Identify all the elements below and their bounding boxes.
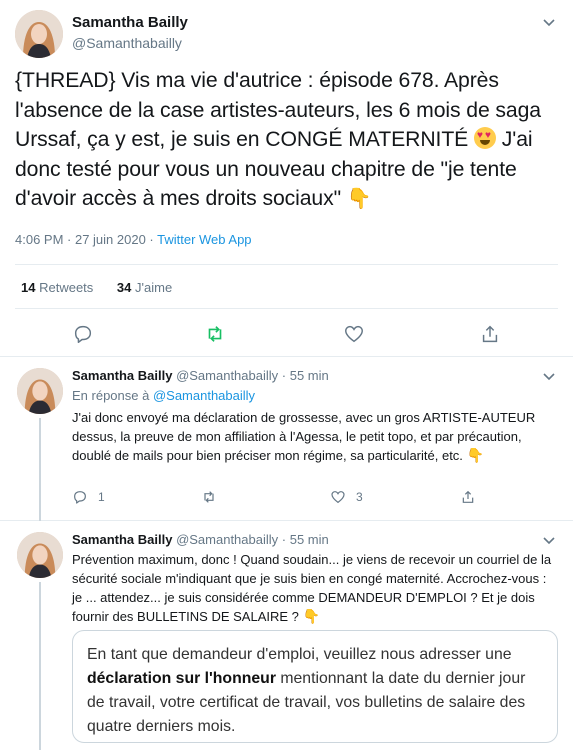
quote-bold-text: déclaration sur l'honneur [87, 670, 276, 687]
reply-icon[interactable] [72, 323, 94, 345]
reply-tweet[interactable]: Samantha Bailly @Samanthabailly · 55 min… [0, 522, 573, 750]
avatar[interactable] [15, 10, 63, 58]
retweet-icon[interactable] [204, 323, 226, 345]
chevron-down-icon[interactable] [541, 368, 557, 384]
timestamp-text[interactable]: 4:06 PM · 27 juin 2020 · [15, 232, 157, 247]
quoted-image-text[interactable]: En tant que demandeur d'emploi, veuillez… [72, 630, 558, 743]
like-action[interactable]: 3 [330, 488, 363, 506]
heart-icon[interactable] [343, 323, 365, 345]
tweet-stats: 14 Retweets 34 J'aime [21, 280, 172, 295]
author-name[interactable]: Samantha Bailly [72, 14, 188, 31]
reply-time[interactable]: · 55 min [282, 532, 329, 547]
likes-stat[interactable]: 34 J'aime [117, 280, 172, 295]
reply-header: Samantha Bailly @Samanthabailly · 55 min [72, 368, 329, 383]
pointing-down-emoji-icon: 👇 [302, 608, 320, 624]
retweets-stat[interactable]: 14 Retweets [21, 280, 93, 295]
reply-time[interactable]: · 55 min [282, 368, 329, 383]
tweet-text-part1: {THREAD} Vis ma vie d'autrice : épisode … [15, 69, 541, 151]
author-name[interactable]: Samantha Bailly [72, 368, 172, 383]
like-count: 3 [356, 490, 363, 504]
thread-line [39, 418, 41, 521]
chevron-down-icon[interactable] [541, 532, 557, 548]
author-handle[interactable]: @Samanthabailly [176, 368, 278, 383]
share-icon[interactable] [479, 323, 501, 345]
share-action[interactable] [460, 488, 476, 506]
reply-text: Prévention maximum, donc ! Quand soudain… [72, 552, 552, 624]
retweet-action[interactable] [201, 488, 217, 506]
avatar[interactable] [17, 532, 63, 578]
author-handle[interactable]: @Samanthabailly [176, 532, 278, 547]
pointing-down-emoji-icon: 👇 [346, 188, 372, 210]
reply-action[interactable]: 1 [72, 488, 105, 506]
reply-icon [74, 491, 86, 504]
divider [15, 264, 558, 265]
retweet-icon [204, 491, 214, 503]
avatar[interactable] [17, 368, 63, 414]
in-reply-to: En réponse à @Samanthabailly [72, 388, 256, 403]
heart-icon [331, 491, 345, 504]
reply-header: Samantha Bailly @Samanthabailly · 55 min [72, 532, 329, 547]
pointing-down-emoji-icon: 👇 [466, 447, 484, 463]
main-tweet: Samantha Bailly @Samanthabailly {THREAD}… [0, 0, 573, 357]
reply-text: J'ai donc envoyé ma déclaration de gross… [72, 410, 536, 463]
divider [15, 308, 558, 309]
reply-tweet[interactable]: Samantha Bailly @Samanthabailly · 55 min… [0, 358, 573, 521]
tweet-source-link[interactable]: Twitter Web App [157, 232, 251, 247]
thread-line [39, 582, 41, 750]
tweet-timestamp: 4:06 PM · 27 juin 2020 · Twitter Web App [15, 232, 252, 247]
reply-count: 1 [98, 490, 105, 504]
in-reply-to-link[interactable]: @Samanthabailly [153, 388, 255, 403]
chevron-down-icon[interactable] [541, 14, 557, 30]
author-handle[interactable]: @Samanthabailly [72, 35, 182, 51]
heart-eyes-emoji-icon: ♥ ♥ [473, 127, 496, 149]
tweet-text: {THREAD} Vis ma vie d'autrice : épisode … [15, 66, 565, 215]
share-icon [462, 490, 474, 503]
author-name[interactable]: Samantha Bailly [72, 532, 172, 547]
